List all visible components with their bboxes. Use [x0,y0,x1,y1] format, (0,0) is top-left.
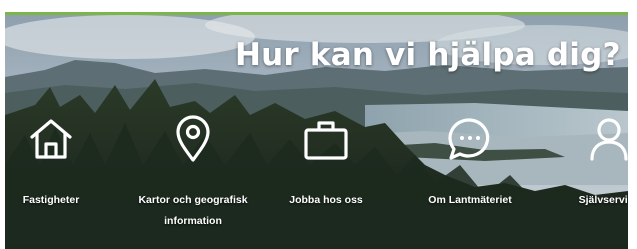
nav-item-kartor[interactable]: Kartor och geografisk information [125,115,261,232]
quick-links-nav: Fastigheter Kartor och geografisk inform… [5,115,628,249]
house-icon [27,115,75,163]
chat-bubble-icon [446,115,494,163]
nav-item-sjalvservice[interactable]: Självservice [545,115,628,211]
nav-item-label: Jobba hos oss [289,194,363,206]
nav-item-label: Om Lantmäteriet [428,194,512,206]
nav-item-om-lantmateriet[interactable]: Om Lantmäteriet [407,115,533,211]
nav-item-fastigheter[interactable]: Fastigheter [5,115,97,211]
page: Hur kan vi hjälpa dig? Fastigheter Karto… [0,0,637,249]
map-pin-icon [169,115,217,163]
page-headline: Hur kan vi hjälpa dig? [235,37,621,73]
nav-item-label: Fastigheter [22,194,80,206]
user-icon [585,115,628,163]
nav-item-label: Självservice [578,194,628,206]
nav-item-label: Kartor och geografisk information [138,194,248,227]
briefcase-icon [302,115,350,163]
nav-item-jobba[interactable]: Jobba hos oss [273,115,379,211]
hero-banner: Hur kan vi hjälpa dig? Fastigheter Karto… [5,15,628,249]
